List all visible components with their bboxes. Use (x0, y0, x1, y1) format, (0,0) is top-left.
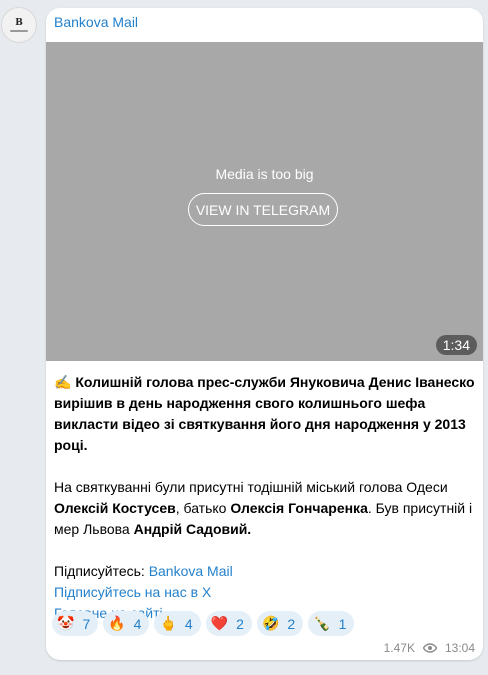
text-span: , батько (175, 500, 231, 516)
writing-hand-emoji: ✍️ (54, 374, 72, 390)
bold-name: Олексій Костусев (54, 500, 176, 516)
reactions-bar: 🤡 7 🔥 4 🖕 4 ❤️ 2 🤣 2 🍾 1 (52, 611, 355, 636)
reaction-champagne[interactable]: 🍾 1 (308, 611, 355, 636)
reaction-count: 4 (184, 615, 193, 632)
reaction-middle-finger[interactable]: 🖕 4 (154, 611, 201, 636)
logo-underline (10, 29, 28, 32)
heart-icon: ❤️ (210, 615, 229, 632)
reaction-count: 4 (133, 615, 142, 632)
subscribe-x-link[interactable]: Підписуйтесь на нас в X (54, 584, 211, 600)
view-in-telegram-button[interactable]: VIEW IN TELEGRAM (188, 193, 338, 226)
message-footer: 1.47K 13:04 (384, 641, 475, 655)
media-too-big-message: Media is too big (215, 166, 314, 182)
rofl-icon: 🤣 (261, 615, 280, 632)
middle-finger-icon: 🖕 (159, 615, 177, 632)
bankova-logo-icon: B (15, 17, 23, 28)
reaction-fire[interactable]: 🔥 4 (103, 611, 150, 636)
media-placeholder: Media is too big VIEW IN TELEGRAM 1:34 (46, 42, 483, 361)
channel-name[interactable]: Bankova Mail (54, 14, 138, 30)
bold-name: Олексія Гончаренка (230, 500, 368, 516)
message-bubble: Bankova Mail Media is too big VIEW IN TE… (46, 8, 483, 660)
reaction-count: 2 (287, 615, 296, 632)
subscribe-channel-link[interactable]: Bankova Mail (149, 563, 233, 579)
reaction-count: 7 (82, 615, 91, 632)
reaction-laughing[interactable]: 🤣 2 (256, 611, 304, 636)
video-duration-badge: 1:34 (435, 335, 477, 355)
post-headline: Колишній голова прес-служби Януковича Де… (54, 374, 475, 453)
subscribe-label: Підписуйтесь: (54, 563, 149, 579)
post-paragraph-2: На святкуванні були присутні тодішній мі… (54, 477, 478, 540)
reaction-count: 2 (236, 615, 244, 632)
champagne-icon: 🍾 (313, 615, 331, 632)
fire-icon: 🔥 (108, 615, 126, 632)
views-count: 1.47K (383, 641, 415, 655)
post-text: ✍️ Колишній голова прес-служби Януковича… (54, 372, 478, 624)
clown-icon: 🤡 (57, 615, 75, 632)
reaction-count: 1 (338, 615, 347, 632)
reaction-clown[interactable]: 🤡 7 (52, 611, 99, 636)
bold-name: Андрій Садовий. (133, 521, 252, 537)
channel-avatar[interactable]: B (1, 7, 37, 43)
post-paragraph-1: ✍️ Колишній голова прес-служби Януковича… (54, 372, 478, 456)
text-span: На святкуванні були присутні тодішній мі… (54, 479, 448, 495)
message-time: 13:04 (444, 641, 475, 655)
eye-icon (422, 643, 437, 653)
reaction-heart[interactable]: ❤️ 2 (205, 611, 252, 636)
